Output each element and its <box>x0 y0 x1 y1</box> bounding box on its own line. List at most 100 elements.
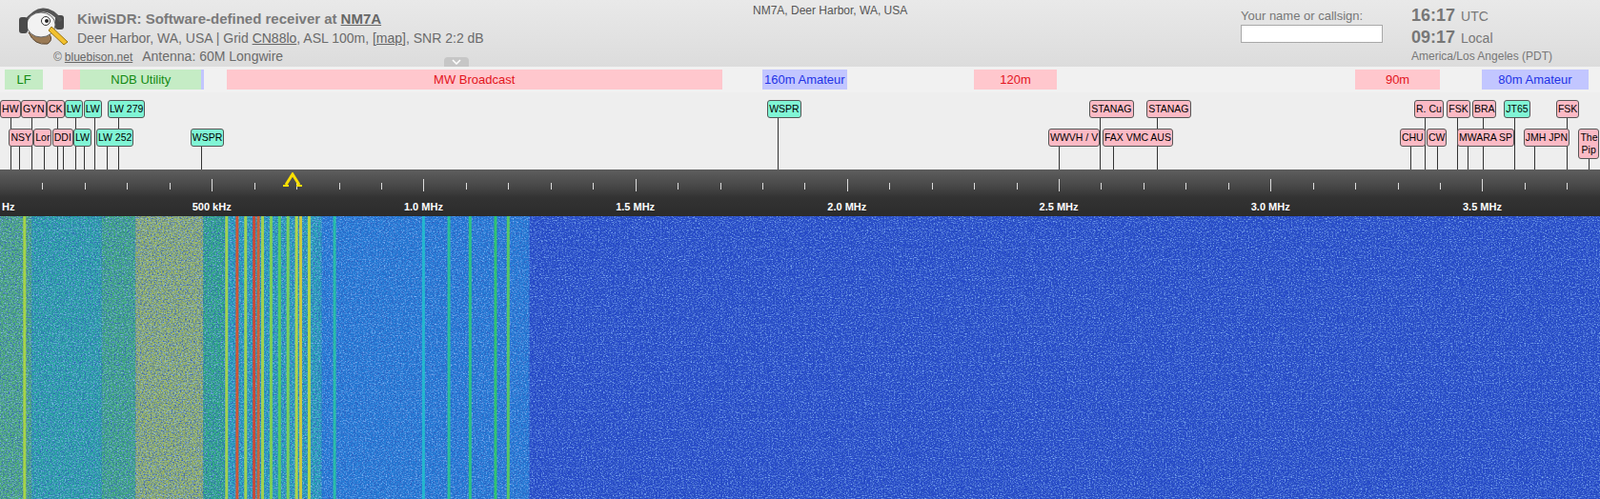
local-label: Local <box>1460 27 1493 49</box>
signal-trace <box>295 216 299 499</box>
title-row: KiwiSDR: Software-defined receiver atNM7… <box>15 0 753 48</box>
station-tag[interactable]: CW <box>1426 128 1448 147</box>
scale-label: 2.0 MHz <box>827 201 867 214</box>
station-tag[interactable]: MWARA SP <box>1457 128 1515 147</box>
scale-tick <box>931 182 933 190</box>
station-tag[interactable]: LW <box>83 100 102 119</box>
scale-tick <box>1566 182 1568 190</box>
band[interactable] <box>201 69 204 90</box>
signal-trace <box>299 216 303 499</box>
station-tag[interactable]: FSK <box>1556 100 1580 119</box>
scale-tick <box>1016 182 1018 190</box>
band[interactable]: 120m <box>973 69 1057 90</box>
station-tag[interactable]: DDI <box>52 128 74 147</box>
kiwisdr-page: KiwiSDR: Software-defined receiver atNM7… <box>0 0 1600 499</box>
utc-label: UTC <box>1460 5 1489 27</box>
chevron-down-icon <box>451 59 462 65</box>
station-tag[interactable]: Lor <box>33 128 52 147</box>
signal-trace <box>506 216 510 499</box>
station-tag[interactable]: LW 252 <box>96 128 134 147</box>
station-tag[interactable]: FAX VMC AUS <box>1102 128 1174 147</box>
station-tag[interactable]: LW 279 <box>107 100 145 119</box>
info-text: , SNR 2:2 dB <box>405 30 485 46</box>
station-tag[interactable]: GYN <box>20 100 47 119</box>
scale-tick <box>84 182 86 190</box>
receiver-title: KiwiSDR: Software-defined receiver atNM7… <box>77 9 485 29</box>
station-tag[interactable]: STANAG <box>1146 100 1191 119</box>
kiwi-logo-icon <box>15 1 72 48</box>
callsign-link[interactable]: NM7A <box>341 10 383 27</box>
scale-tick <box>973 182 975 190</box>
signal-trace <box>257 216 261 499</box>
copyright-link[interactable]: bluebison.net <box>64 50 133 64</box>
utc-clock: 16:17UTC <box>1411 4 1572 27</box>
station-tag[interactable]: R. Cu <box>1414 100 1444 119</box>
station-tag[interactable]: The Pip <box>1578 128 1600 160</box>
scale-tick <box>762 182 764 190</box>
scale-tick <box>804 182 806 190</box>
name-input[interactable] <box>1240 24 1383 43</box>
band[interactable] <box>62 69 81 90</box>
scale-tick <box>1270 179 1272 192</box>
scale-tick <box>847 179 849 192</box>
scale-tick <box>1355 182 1357 190</box>
scale-tick <box>1058 179 1060 192</box>
band[interactable]: LF <box>4 69 43 90</box>
station-tag[interactable]: NSY <box>8 128 34 147</box>
info-text: , ASL 100m, <box>296 30 373 46</box>
station-tag[interactable]: BRA <box>1472 100 1498 119</box>
info-link[interactable]: [map] <box>372 30 406 46</box>
scale-tick <box>1397 182 1399 190</box>
band[interactable]: 80m Amateur <box>1481 69 1588 90</box>
signal-trace <box>307 216 311 499</box>
scale-tick <box>1313 182 1315 190</box>
signal-trace <box>224 216 228 499</box>
station-tag[interactable]: JMH JPN <box>1523 128 1570 147</box>
band[interactable]: MW Broadcast <box>226 69 723 90</box>
local-clock: 09:17Local <box>1411 26 1572 49</box>
scale-label: 500 kHz <box>192 201 232 214</box>
scale-tick <box>720 182 722 190</box>
local-time: 09:17 <box>1411 26 1456 48</box>
name-field: Your name or callsign: <box>1240 0 1383 67</box>
signal-trace <box>22 216 26 499</box>
waterfall[interactable] <box>0 216 1600 499</box>
scale-tick <box>423 179 425 192</box>
utc-time: 16:17 <box>1411 4 1456 26</box>
station-tag[interactable]: WWVH / V <box>1048 128 1100 147</box>
scale-label: 3.0 MHz <box>1251 201 1291 214</box>
scale-tick <box>126 182 128 190</box>
station-tag[interactable]: WSPR <box>767 100 802 119</box>
band[interactable]: 160m Amateur <box>762 69 848 90</box>
signal-trace <box>278 216 282 499</box>
station-tag[interactable]: WSPR <box>190 128 225 147</box>
scale-tick <box>550 182 552 190</box>
collapse-toggle[interactable] <box>444 57 469 67</box>
site-title: NM7A, Deer Harbor, WA, USA <box>752 0 908 67</box>
station-tag[interactable]: JT65 <box>1503 100 1530 119</box>
station-tag[interactable]: LW <box>64 100 83 119</box>
signal-trace <box>235 216 239 499</box>
band[interactable]: 90m <box>1355 69 1440 90</box>
scale-tick <box>381 182 383 190</box>
frequency-scale[interactable]: Hz500 kHz1.0 MHz1.5 MHz2.0 MHz2.5 MHz3.0… <box>0 169 1600 217</box>
timezone: America/Los Angeles (PDT) <box>1411 48 1572 64</box>
station-tag[interactable]: FSK <box>1446 100 1470 119</box>
receiver-info: KiwiSDR: Software-defined receiver atNM7… <box>0 0 753 67</box>
scale-label: 1.5 MHz <box>615 201 655 214</box>
scale-tick <box>677 182 679 190</box>
station-tag[interactable]: HW <box>0 100 21 119</box>
signal-trace <box>493 216 497 499</box>
credits-line: ©bluebison.netAntenna: 60M Longwire <box>15 47 753 66</box>
passband-marker-icon[interactable] <box>283 172 303 188</box>
scale-tick <box>211 179 213 192</box>
info-link[interactable]: CN88lo <box>252 30 298 46</box>
station-tag[interactable]: LW <box>73 128 92 147</box>
band[interactable]: NDB Utility <box>80 69 202 90</box>
station-tag[interactable]: STANAG <box>1089 100 1134 119</box>
scale-tick <box>1228 182 1230 190</box>
station-tag[interactable]: CHU <box>1399 128 1426 147</box>
signal-trace <box>447 216 451 499</box>
clock: 16:17UTC09:17LocalAmerica/Los Angeles (P… <box>1411 0 1572 67</box>
station-tag[interactable]: CK <box>46 100 65 119</box>
